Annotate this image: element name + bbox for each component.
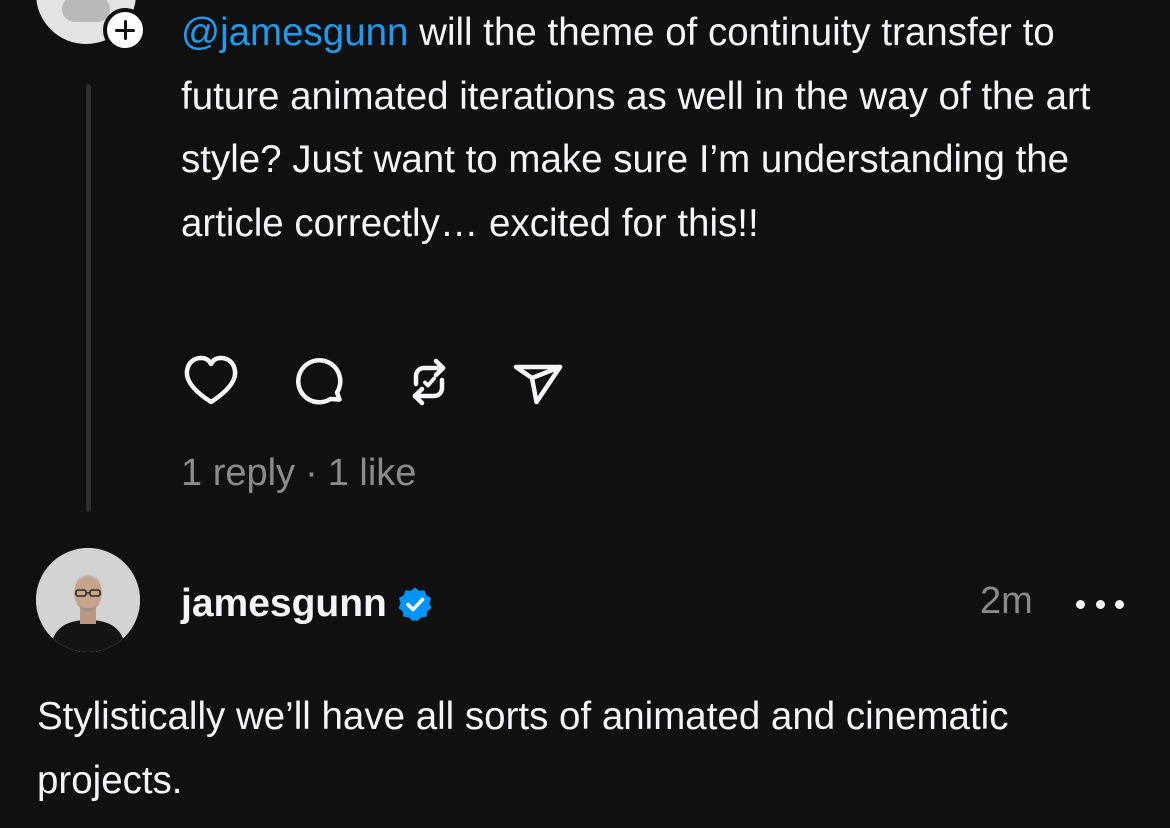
more-options-button[interactable] <box>1076 584 1124 624</box>
verified-badge-icon <box>398 587 432 621</box>
like-button[interactable] <box>181 351 243 413</box>
plus-icon <box>115 20 135 40</box>
reply-username[interactable]: jamesgunn <box>181 582 387 626</box>
more-options-dot <box>1115 599 1124 609</box>
parent-post-text: @jamesgunn will the theme of continuity … <box>181 1 1151 255</box>
default-avatar-icon <box>62 0 110 22</box>
share-icon <box>513 364 563 405</box>
profile-photo-icon <box>36 548 140 652</box>
comment-icon <box>296 358 343 405</box>
more-options-icon <box>1076 599 1085 609</box>
reply-timestamp: 2m <box>980 580 1033 622</box>
repost-button[interactable] <box>399 351 461 413</box>
share-button[interactable] <box>508 351 570 413</box>
more-options-dot <box>1095 599 1105 609</box>
reply-header: jamesgunn <box>181 578 433 630</box>
repost-icon <box>412 358 446 406</box>
comment-button[interactable] <box>290 351 352 413</box>
post-actions <box>181 350 617 414</box>
heart-icon <box>184 355 238 405</box>
like-count-link[interactable]: 1 like <box>328 452 417 495</box>
reply-text: Stylistically we’ll have all sorts of an… <box>37 695 1009 802</box>
post-stats: 1 reply · 1 like <box>181 452 416 495</box>
thread-line <box>86 84 91 512</box>
mention-link[interactable]: @jamesgunn <box>181 11 408 54</box>
follow-button[interactable] <box>103 8 147 52</box>
reply-count-link[interactable]: 1 reply <box>181 452 295 495</box>
stats-separator: · <box>305 452 318 494</box>
reply-avatar[interactable] <box>36 548 140 652</box>
